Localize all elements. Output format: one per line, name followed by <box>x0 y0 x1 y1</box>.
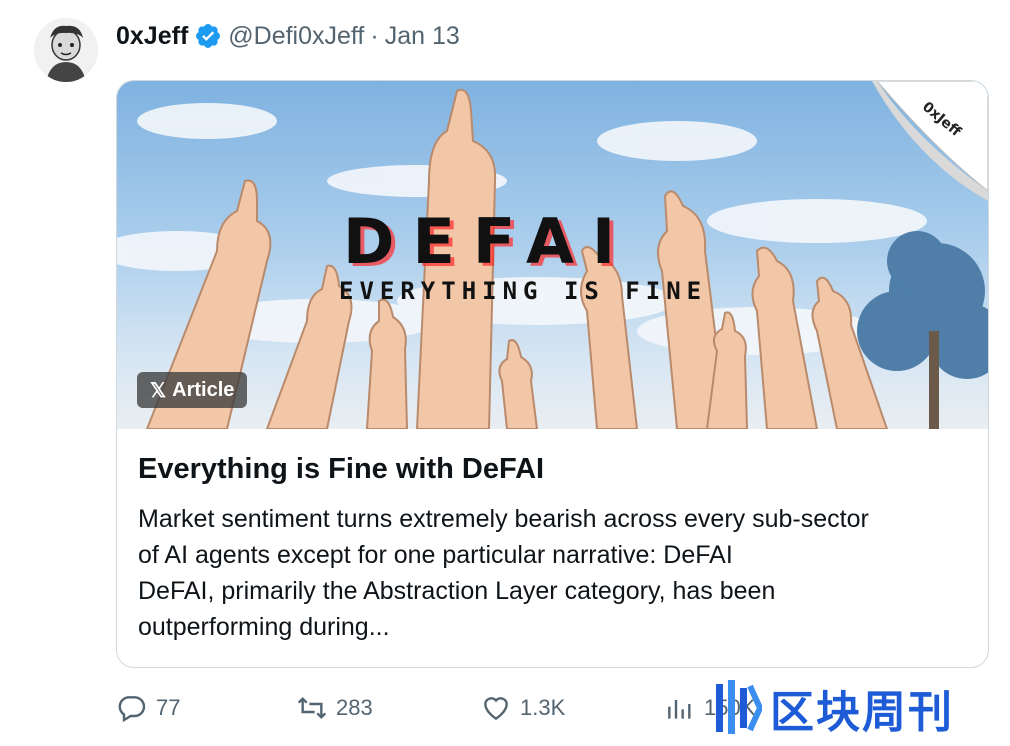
like-button[interactable]: 1.3K <box>480 686 565 730</box>
article-description: Market sentiment turns extremely bearish… <box>138 501 968 645</box>
description-line: of AI agents except for one particular n… <box>138 541 733 569</box>
hero-title: DEFAI <box>343 205 633 278</box>
article-badge: 𝕏 Article <box>137 372 248 408</box>
description-line: DeFAI, primarily the Abstraction Layer c… <box>138 577 776 605</box>
article-hero-image: DEFAI DEFAI EVERYTHING IS FINE 0xJeff 𝕏 … <box>117 81 988 429</box>
tweet-date[interactable]: Jan 13 <box>385 22 460 51</box>
like-count: 1.3K <box>520 695 566 720</box>
author-handle[interactable]: @Defi0xJeff <box>228 22 364 51</box>
separator-dot: · <box>370 21 379 50</box>
watermark-logo-icon <box>716 680 762 734</box>
article-card[interactable]: DEFAI DEFAI EVERYTHING IS FINE 0xJeff 𝕏 … <box>116 80 989 668</box>
repost-button[interactable]: 283 <box>296 686 373 730</box>
watermark: 区块周刊 <box>710 676 954 740</box>
article-badge-label: Article <box>172 378 235 401</box>
reply-button[interactable]: 77 <box>116 686 180 730</box>
watermark-text: 区块周刊 <box>770 687 954 738</box>
repost-count: 283 <box>336 695 373 720</box>
like-icon <box>484 697 508 721</box>
views-icon <box>668 700 691 719</box>
verified-badge-icon <box>194 22 222 50</box>
x-logo-icon: 𝕏 <box>150 379 167 402</box>
reply-count: 77 <box>156 695 181 720</box>
author-avatar[interactable] <box>34 18 98 82</box>
article-title[interactable]: Everything is Fine with DeFAI <box>138 453 544 486</box>
hero-subtitle: EVERYTHING IS FINE <box>339 277 707 305</box>
reply-icon <box>118 696 146 723</box>
description-line: Market sentiment turns extremely bearish… <box>138 505 869 533</box>
repost-icon <box>297 696 327 720</box>
tweet-header: 0xJeff @Defi0xJeff · Jan 13 <box>116 20 460 52</box>
author-name[interactable]: 0xJeff <box>116 22 188 51</box>
description-line: outperforming during... <box>138 613 390 641</box>
